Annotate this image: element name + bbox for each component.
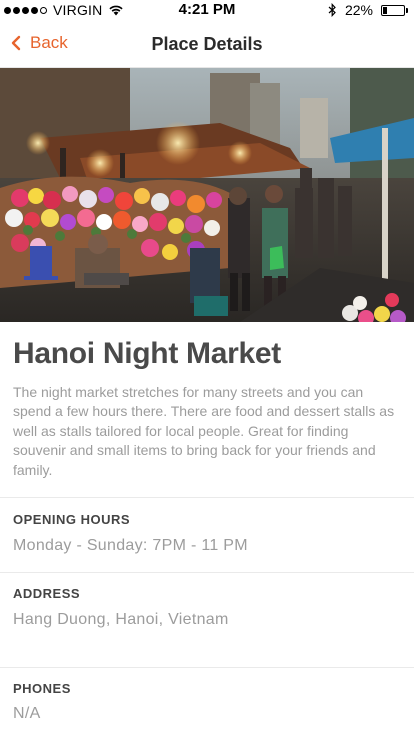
place-name: Hanoi Night Market	[13, 337, 281, 370]
status-right: 22%	[328, 2, 408, 18]
battery-icon	[381, 4, 408, 16]
divider	[0, 497, 414, 498]
battery-percent: 22%	[344, 2, 373, 18]
address-label: ADDRESS	[13, 586, 81, 601]
address-value[interactable]: Hang Duong, Hanoi, Vietnam	[13, 611, 229, 629]
opening-hours-label: OPENING HOURS	[13, 512, 131, 527]
phones-value[interactable]: N/A	[13, 705, 41, 723]
status-bar: VIRGIN 4:21 PM 22%	[0, 0, 414, 20]
divider	[0, 572, 414, 573]
divider	[0, 667, 414, 668]
opening-hours-value: Monday - Sunday: 7PM - 11 PM	[13, 537, 248, 554]
place-description: The night market stretches for many stre…	[13, 384, 395, 478]
phones-label: PHONES	[13, 681, 71, 696]
bluetooth-icon	[328, 3, 336, 17]
night-market-photo	[0, 68, 414, 322]
navigation-bar: Back Place Details	[0, 20, 414, 68]
place-photo	[0, 68, 414, 322]
page-title: Place Details	[151, 34, 263, 54]
